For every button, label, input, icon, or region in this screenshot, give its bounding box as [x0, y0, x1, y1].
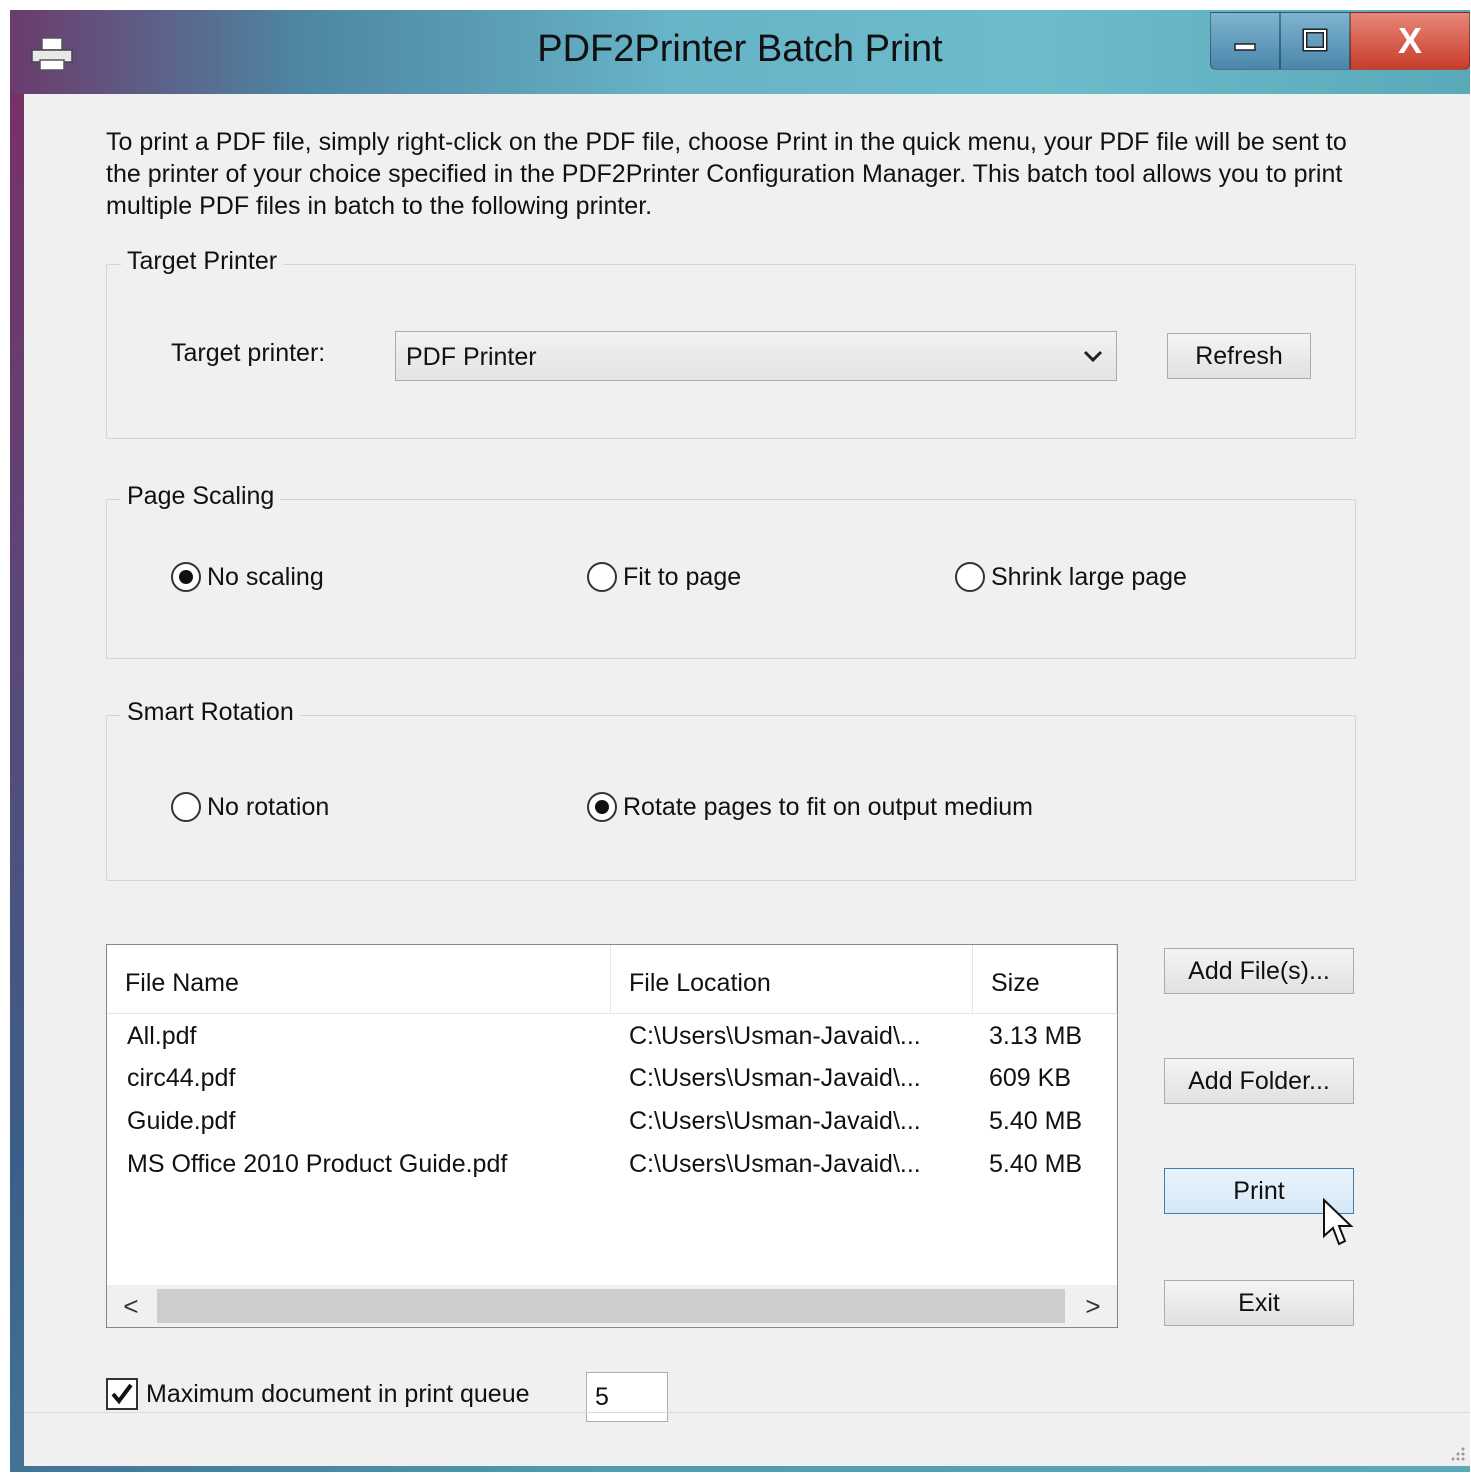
column-file-name[interactable]: File Name [107, 945, 611, 1013]
file-location: C:\Users\Usman-Javaid\... [629, 1064, 921, 1092]
add-folder-button[interactable]: Add Folder... [1164, 1058, 1354, 1104]
group-label: Target Printer [121, 247, 284, 276]
add-files-button[interactable]: Add File(s)... [1164, 948, 1354, 994]
file-location: C:\Users\Usman-Javaid\... [629, 1150, 921, 1178]
list-item[interactable]: All.pdf C:\Users\Usman-Javaid\... 3.13 M… [107, 1015, 1117, 1057]
resize-grip-icon[interactable] [1446, 1442, 1466, 1462]
list-item[interactable]: MS Office 2010 Product Guide.pdf C:\User… [107, 1143, 1117, 1185]
title-bar[interactable]: PDF2Printer Batch Print X [10, 10, 1470, 94]
smart-rotation-group: Smart Rotation No rotation Rotate pages … [106, 698, 1356, 881]
horizontal-scrollbar[interactable]: < > [107, 1285, 1117, 1327]
maximize-button[interactable] [1280, 12, 1350, 70]
file-location: C:\Users\Usman-Javaid\... [629, 1022, 921, 1050]
radio-label: Fit to page [623, 562, 742, 591]
file-name: All.pdf [127, 1022, 197, 1050]
file-size: 3.13 MB [989, 1022, 1083, 1050]
mouse-cursor-icon [1323, 1198, 1354, 1246]
file-name: MS Office 2010 Product Guide.pdf [127, 1150, 508, 1178]
max-queue-input[interactable] [586, 1372, 668, 1422]
maximize-icon [1302, 28, 1328, 52]
checkmark-icon [111, 1383, 133, 1405]
exit-button[interactable]: Exit [1164, 1280, 1354, 1326]
checkbox-box [106, 1378, 138, 1410]
client-area: To print a PDF file, simply right-click … [24, 94, 1470, 1466]
scroll-left-icon[interactable]: < [111, 1287, 151, 1325]
radio-no-rotation[interactable]: No rotation [171, 792, 329, 822]
list-header: File Name File Location Size [107, 945, 1117, 1014]
radio-circle [171, 792, 201, 822]
checkbox-label: Maximum document in print queue [146, 1379, 530, 1408]
file-list[interactable]: File Name File Location Size All.pdf C:\… [106, 944, 1118, 1328]
file-size: 5.40 MB [989, 1150, 1083, 1178]
target-printer-group: Target Printer Target printer: PDF Print… [106, 247, 1356, 439]
radio-circle [955, 562, 985, 592]
radio-label: No scaling [207, 562, 324, 591]
radio-label: No rotation [207, 792, 330, 821]
list-item[interactable]: circ44.pdf C:\Users\Usman-Javaid\... 609… [107, 1057, 1117, 1099]
scrollbar-thumb[interactable] [157, 1289, 1065, 1323]
radio-label: Rotate pages to fit on output medium [623, 792, 1033, 821]
list-item[interactable]: Guide.pdf C:\Users\Usman-Javaid\... 5.40… [107, 1100, 1117, 1142]
chevron-down-icon [1083, 350, 1103, 363]
close-icon: X [1397, 20, 1422, 61]
intro-text: To print a PDF file, simply right-click … [106, 128, 1347, 220]
radio-circle [587, 792, 617, 822]
dropdown-value: PDF Printer [406, 343, 537, 371]
minimize-button[interactable] [1210, 12, 1280, 70]
status-bar-divider [24, 1412, 1470, 1413]
radio-label: Shrink large page [991, 562, 1187, 591]
radio-no-scaling[interactable]: No scaling [171, 562, 324, 592]
radio-circle [587, 562, 617, 592]
radio-rotate-pages[interactable]: Rotate pages to fit on output medium [587, 792, 1033, 822]
group-label: Page Scaling [121, 482, 281, 511]
file-name: circ44.pdf [127, 1064, 236, 1092]
max-queue-checkbox[interactable]: Maximum document in print queue [106, 1378, 530, 1410]
close-button[interactable]: X [1350, 12, 1470, 70]
group-label: Smart Rotation [121, 698, 300, 727]
file-size: 609 KB [989, 1064, 1072, 1092]
radio-fit-to-page[interactable]: Fit to page [587, 562, 741, 592]
file-size: 5.40 MB [989, 1107, 1083, 1135]
page-scaling-group: Page Scaling No scaling Fit to page Shri… [106, 482, 1356, 659]
column-size[interactable]: Size [973, 945, 1117, 1013]
scroll-right-icon[interactable]: > [1073, 1287, 1113, 1325]
refresh-button[interactable]: Refresh [1167, 333, 1311, 379]
minimize-icon [1234, 43, 1256, 51]
target-printer-label: Target printer: [171, 339, 326, 367]
file-location: C:\Users\Usman-Javaid\... [629, 1107, 921, 1135]
radio-shrink-large-page[interactable]: Shrink large page [955, 562, 1187, 592]
app-window: PDF2Printer Batch Print X To print a PDF… [10, 10, 1470, 1472]
target-printer-dropdown[interactable]: PDF Printer [395, 331, 1117, 381]
radio-circle [171, 562, 201, 592]
column-file-location[interactable]: File Location [611, 945, 973, 1013]
file-name: Guide.pdf [127, 1107, 236, 1135]
